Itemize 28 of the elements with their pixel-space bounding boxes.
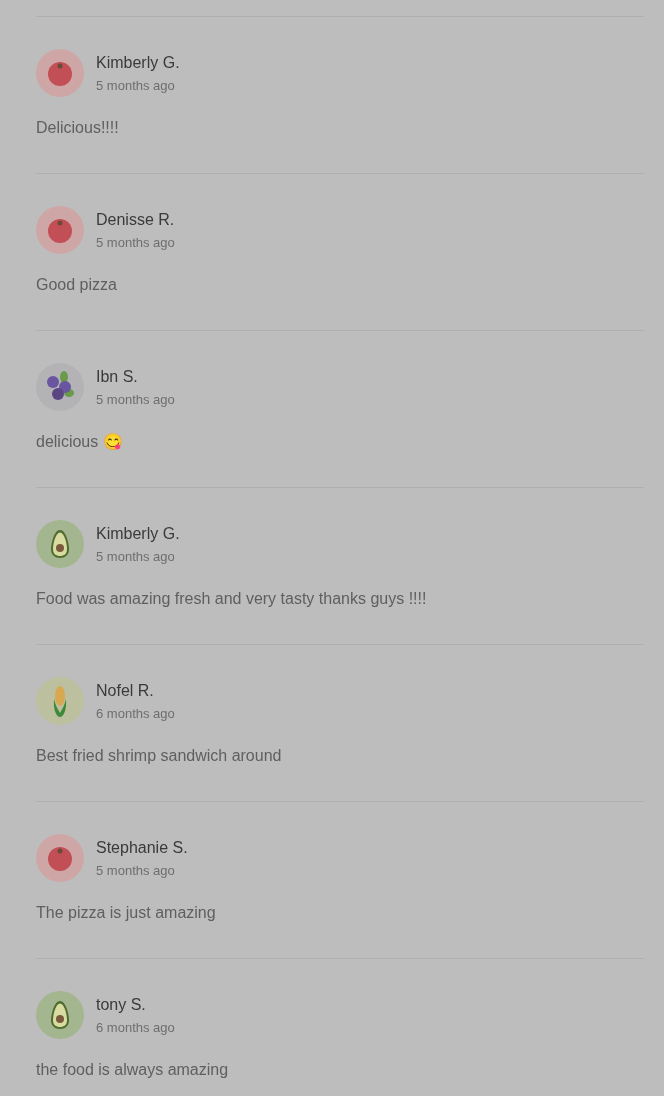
corn-icon: [36, 677, 84, 725]
avocado-icon: [36, 520, 84, 568]
review-time: 5 months ago: [96, 233, 175, 251]
tomato-icon: [36, 206, 84, 254]
reviewer-name: Denisse R.: [96, 209, 175, 230]
review-time: 5 months ago: [96, 390, 175, 408]
review-text: Best fried shrimp sandwich around: [36, 746, 283, 766]
tomato-icon: [36, 49, 84, 97]
reviewer-name: Ibn S.: [96, 366, 139, 387]
tomato-icon: [36, 834, 84, 882]
review-time: 6 months ago: [96, 1018, 175, 1036]
reviewer-name: tony S.: [96, 994, 147, 1015]
review-time: 5 months ago: [96, 76, 176, 94]
review-text: Good pizza: [36, 275, 118, 295]
review-text: delicious 😋: [36, 432, 124, 452]
reviewer-name: Kimberly G.: [96, 523, 180, 544]
review-time: 5 months ago: [96, 861, 176, 879]
review-time: 5 months ago: [96, 547, 176, 565]
avocado-icon: [36, 991, 84, 1039]
reviewer-name: Stephanie S.: [96, 837, 188, 858]
review-text: The pizza is just amazing: [36, 903, 217, 923]
review-time: 6 months ago: [96, 704, 175, 722]
review-text: Delicious!!!!: [36, 118, 120, 138]
review-text: the food is always amazing: [36, 1060, 230, 1080]
reviewer-name: Nofel R.: [96, 680, 155, 701]
reviewer-name: Kimberly G.: [96, 52, 180, 73]
berries-icon: [36, 363, 84, 411]
review-text: Food was amazing fresh and very tasty thanks guys !!!!: [36, 589, 428, 609]
